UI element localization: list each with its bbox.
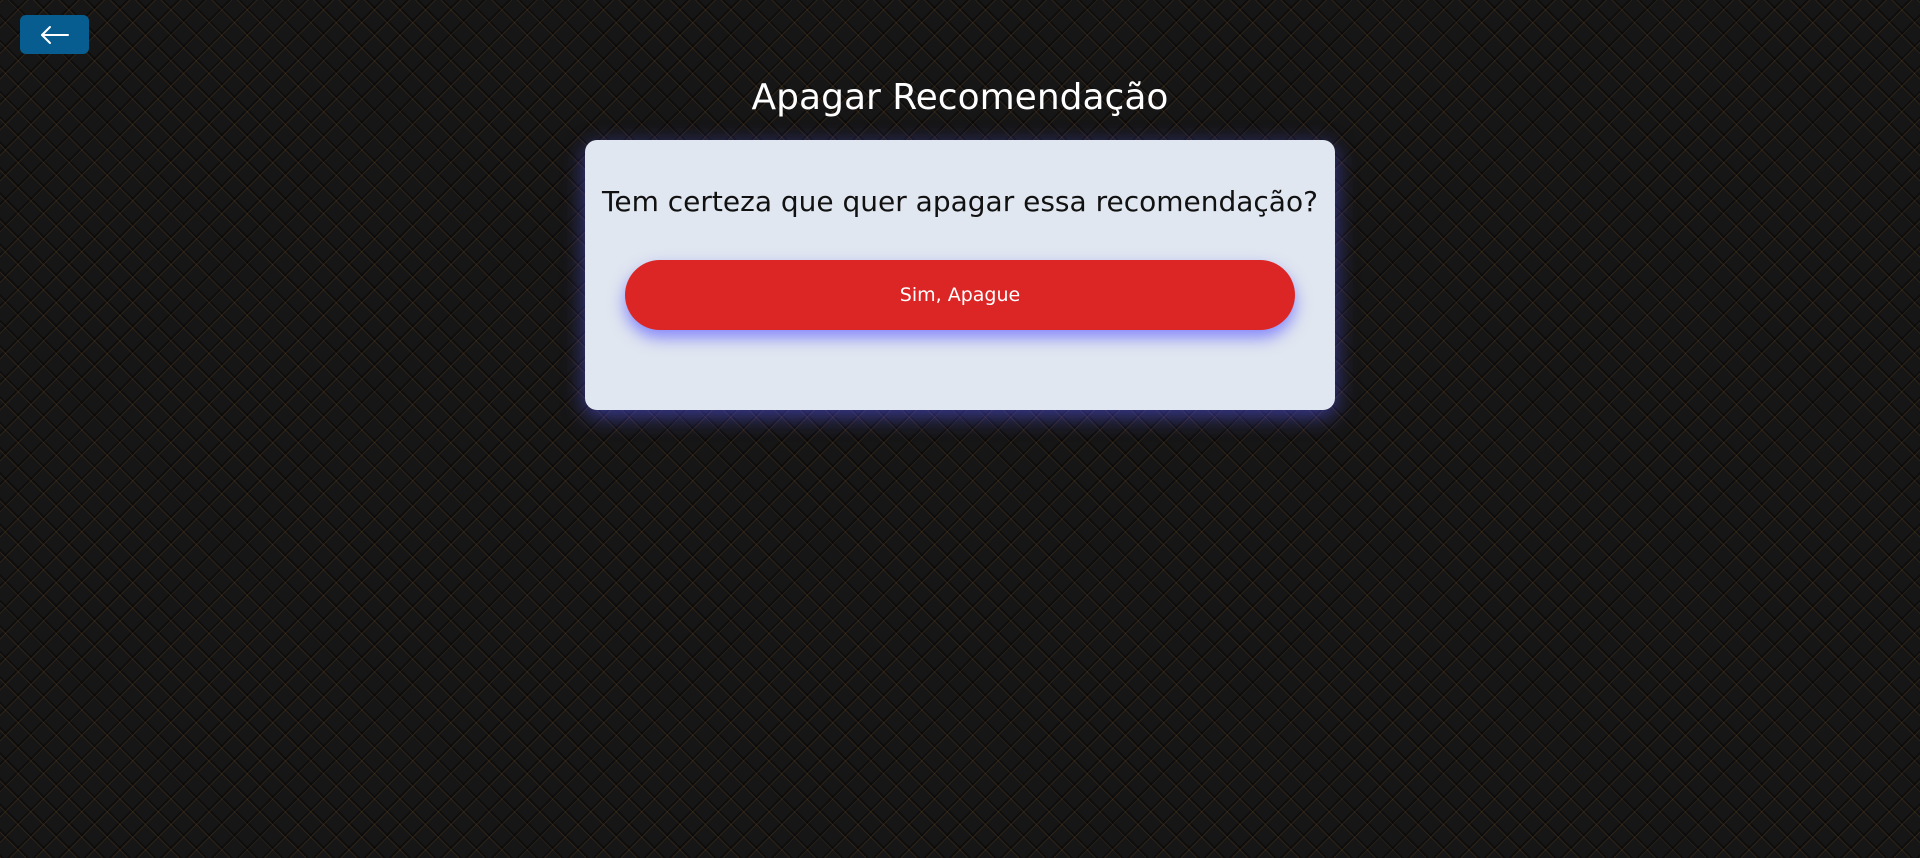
confirm-delete-button[interactable]: Sim, Apague: [625, 260, 1295, 330]
arrow-left-icon: [39, 25, 71, 45]
confirm-delete-dialog: Tem certeza que quer apagar essa recomen…: [585, 140, 1335, 410]
back-button[interactable]: [20, 15, 89, 54]
page-title: Apagar Recomendação: [751, 77, 1169, 118]
confirm-question: Tem certeza que quer apagar essa recomen…: [602, 185, 1318, 218]
